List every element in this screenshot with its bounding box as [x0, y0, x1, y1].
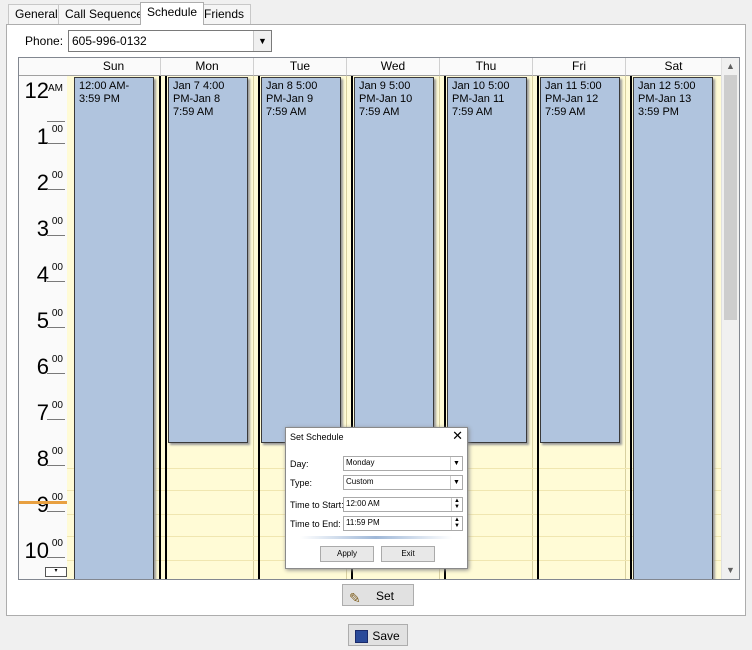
type-value: Custom [346, 477, 374, 486]
schedule-event-sat[interactable]: Jan 12 5:00 PM-Jan 13 3:59 PM [633, 77, 713, 579]
phone-select[interactable]: 605-996-0132 ▼ [68, 30, 272, 52]
start-time-label: Time to Start: [290, 500, 344, 510]
day-header-tue: Tue [254, 58, 347, 76]
phone-value: 605-996-0132 [72, 34, 147, 48]
end-time-label: Time to End: [290, 519, 341, 529]
hour-label-2: 2 00 [36, 170, 65, 195]
schedule-event-sun[interactable]: 12:00 AM-3:59 PM [74, 77, 154, 579]
day-value: Monday [346, 458, 375, 467]
vertical-scrollbar[interactable]: ▲ ▼ [721, 58, 739, 579]
day-divider [537, 76, 539, 579]
hour-label-6: 6 00 [36, 354, 65, 379]
hour-label-7: 7 00 [36, 400, 65, 425]
type-select[interactable]: Custom ▼ [343, 475, 463, 490]
hour-label-8: 8 00 [36, 446, 65, 471]
tab-friends[interactable]: Friends [197, 4, 252, 24]
phone-label: Phone: [25, 34, 64, 48]
day-label: Day: [290, 459, 309, 469]
save-button[interactable]: Save [348, 624, 408, 646]
dialog-separator [300, 536, 452, 539]
scroll-down-icon[interactable]: ▼ [722, 562, 739, 579]
chevron-down-icon[interactable]: ▼ [450, 457, 462, 470]
start-time-value: 12:00 AM [346, 499, 380, 508]
schedule-event-thu[interactable]: Jan 10 5:00 PM-Jan 11 7:59 AM [447, 77, 527, 443]
tab-schedule[interactable]: Schedule [140, 2, 205, 25]
set-button-label: Set [375, 589, 394, 603]
dialog-title: Set Schedule [290, 432, 344, 442]
day-header-sat: Sat [626, 58, 722, 76]
tab-general[interactable]: General [8, 4, 65, 24]
close-icon[interactable]: ✕ [452, 428, 463, 444]
current-time-indicator [19, 501, 67, 504]
type-label: Type: [290, 478, 313, 488]
scroll-up-icon[interactable]: ▲ [722, 58, 739, 75]
day-divider [258, 76, 260, 579]
chevron-down-icon[interactable]: ▼ [450, 476, 462, 489]
day-divider [165, 76, 167, 579]
day-header-fri: Fri [533, 58, 626, 76]
schedule-event-mon[interactable]: Jan 7 4:00 PM-Jan 8 7:59 AM [168, 77, 248, 443]
set-schedule-dialog: Set Schedule ✕ Day: Monday ▼ Type: Custo… [285, 427, 468, 569]
hour-label-5: 5 00 [36, 308, 65, 333]
schedule-event-fri[interactable]: Jan 11 5:00 PM-Jan 12 7:59 AM [540, 77, 620, 443]
day-header-sun: Sun [67, 58, 161, 76]
chevron-down-icon[interactable]: ▼ [253, 31, 271, 51]
spinner-icon[interactable]: ▲ ▼ [451, 517, 462, 530]
hour-label-4: 4 00 [36, 262, 65, 287]
tab-call-sequence[interactable]: Call Sequence [58, 4, 151, 24]
hour-label-9: 9 00 [36, 492, 65, 517]
hour-label-12am: 12 AM [19, 76, 67, 122]
day-divider [630, 76, 632, 579]
floppy-disk-icon [355, 630, 368, 643]
exit-button[interactable]: Exit [381, 546, 435, 562]
day-select[interactable]: Monday ▼ [343, 456, 463, 471]
pencil-icon: ✎ [349, 590, 361, 606]
save-button-label: Save [372, 629, 400, 643]
start-time-input[interactable]: 12:00 AM ▲ ▼ [343, 497, 463, 512]
day-header-mon: Mon [161, 58, 254, 76]
schedule-event-wed[interactable]: Jan 9 5:00 PM-Jan 10 7:59 AM [354, 77, 434, 443]
spinner-icon[interactable]: ▲ ▼ [451, 498, 462, 511]
hour-label-3: 3 00 [36, 216, 65, 241]
day-header-wed: Wed [347, 58, 440, 76]
apply-button[interactable]: Apply [320, 546, 374, 562]
scroll-thumb[interactable] [724, 75, 737, 320]
day-divider [159, 76, 161, 579]
day-header-thu: Thu [440, 58, 533, 76]
end-time-input[interactable]: 11:59 PM ▲ ▼ [343, 516, 463, 531]
end-time-value: 11:59 PM [346, 518, 380, 527]
more-icon[interactable]: ▾ [45, 567, 67, 577]
hour-label-1: 1 00 [36, 124, 65, 149]
schedule-event-tue[interactable]: Jan 8 5:00 PM-Jan 9 7:59 AM [261, 77, 341, 443]
set-button[interactable]: ✎ Set [342, 584, 414, 606]
